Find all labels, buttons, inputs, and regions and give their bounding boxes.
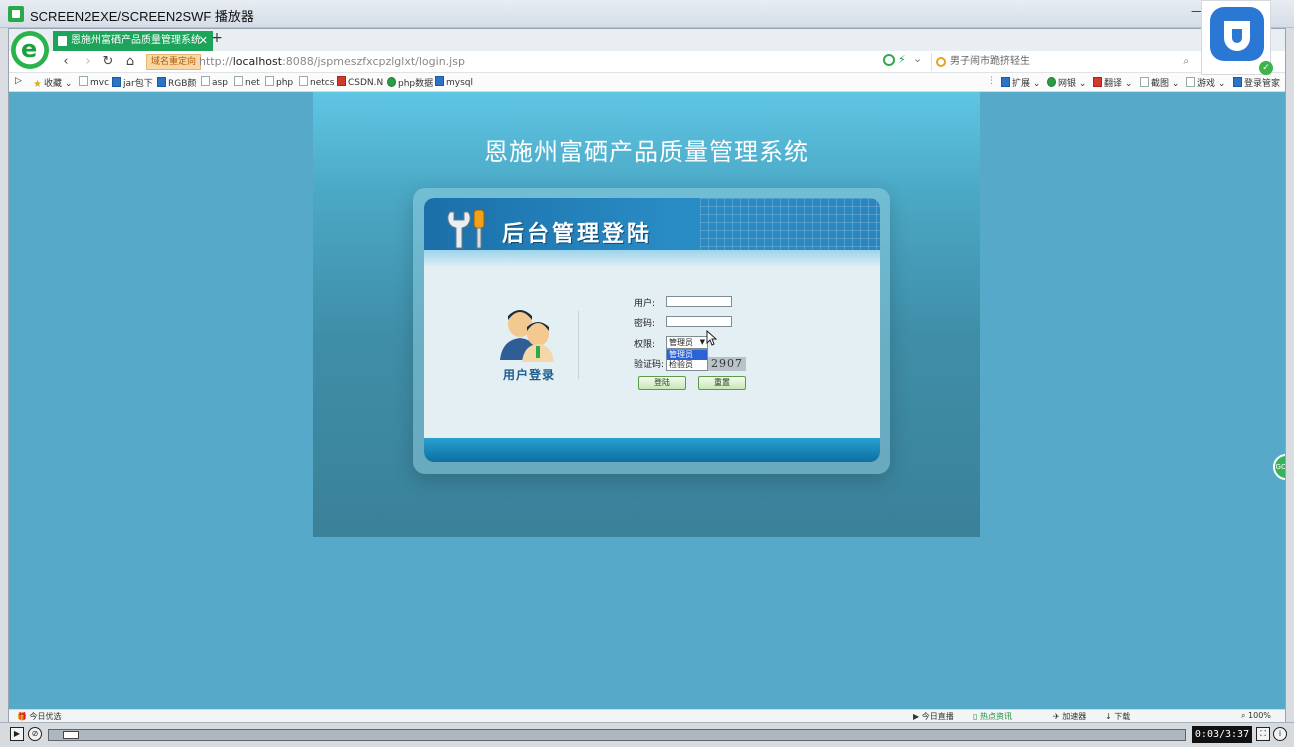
divider: [578, 311, 579, 379]
search-engine-icon: [936, 57, 946, 67]
login-button[interactable]: 登陆: [638, 376, 686, 390]
captcha-label: 验证码:: [634, 360, 665, 370]
window-titlebar: SCREEN2EXE/SCREEN2SWF 播放器 —: [0, 0, 1294, 28]
username-label: 用户:: [634, 299, 656, 309]
reset-button[interactable]: 重置: [698, 376, 746, 390]
playback-time: 0:03/3:37: [1192, 726, 1252, 743]
login-body: 用户登录 用户: 密码: 权限: 管理员 ▼ 管理员 检验员 验证码: 2907…: [424, 266, 880, 438]
chevron-down-icon[interactable]: ⌄: [913, 52, 922, 65]
login-page: 恩施州富硒产品质量管理系统 后台管理登陆 用户登录 用户: 密码: 权限: 管理…: [313, 92, 980, 537]
bookmark-item[interactable]: jar包下: [112, 76, 153, 89]
tab-active[interactable]: 恩施州富硒产品质量管理系统 ✕: [53, 31, 213, 51]
mouse-cursor-icon: [706, 330, 718, 346]
login-header: 后台管理登陆: [424, 198, 880, 266]
bookmark-item[interactable]: CSDN.N: [337, 76, 383, 88]
toolbar-extensions[interactable]: 扩展 ⌄: [1001, 76, 1040, 89]
security-icon[interactable]: [883, 54, 895, 66]
browser-logo-icon[interactable]: e: [11, 31, 49, 69]
window-title: SCREEN2EXE/SCREEN2SWF 播放器: [30, 9, 254, 24]
toolbar-screenshot[interactable]: 截图 ⌄: [1140, 76, 1179, 89]
back-icon[interactable]: ‹: [57, 53, 75, 71]
role-option[interactable]: 检验员: [667, 360, 707, 370]
sidebar-toggle-icon[interactable]: ▷: [15, 76, 22, 86]
app-icon: [8, 6, 24, 22]
browser-statusbar: 🎁 今日优选 ▶ 今日直播 ▯ 热点资讯 ✈ 加速器 ↓ 下载 ⌕ 100%: [9, 709, 1285, 723]
fullscreen-icon[interactable]: ⛶: [1256, 727, 1270, 741]
toolbar-ebank[interactable]: 网银 ⌄: [1047, 76, 1086, 89]
more-icon[interactable]: ⋮: [987, 76, 996, 86]
status-news[interactable]: ▯ 热点资讯: [973, 711, 1012, 722]
home-icon[interactable]: ⌂: [121, 53, 139, 71]
bookmark-item[interactable]: asp: [201, 76, 228, 88]
search-icon[interactable]: ⌕: [1183, 53, 1189, 71]
seek-thumb[interactable]: [63, 731, 79, 739]
status-accelerator[interactable]: ✈ 加速器: [1053, 711, 1086, 722]
role-label: 权限:: [634, 340, 656, 350]
login-footer: [424, 438, 880, 462]
side-float-button[interactable]: GO: [1273, 454, 1285, 480]
toolbar-translate[interactable]: 翻译 ⌄: [1093, 76, 1132, 89]
login-frame: 后台管理登陆 用户登录 用户: 密码: 权限: 管理员 ▼ 管理员 检验员 验证…: [413, 188, 890, 474]
username-input[interactable]: [666, 296, 732, 307]
bookmark-item[interactable]: php: [265, 76, 293, 88]
login-header-title: 后台管理登陆: [502, 222, 653, 247]
status-download[interactable]: ↓ 下载: [1105, 711, 1130, 722]
lightning-icon[interactable]: ⚡: [898, 53, 906, 66]
bookmark-favorites[interactable]: ★ 收藏 ⌄: [33, 76, 72, 90]
bookmark-item[interactable]: mysql: [435, 76, 473, 88]
info-icon[interactable]: i: [1273, 727, 1287, 741]
bookmark-item[interactable]: mvc: [79, 76, 109, 88]
floating-app-badge[interactable]: ✓: [1201, 0, 1273, 75]
bookmark-item[interactable]: RGB颜: [157, 76, 196, 89]
zoom-level[interactable]: ⌕ 100%: [1241, 711, 1271, 721]
status-live[interactable]: ▶ 今日直播: [913, 711, 954, 722]
system-title: 恩施州富硒产品质量管理系统: [484, 138, 809, 166]
wrench-screwdriver-icon: [447, 209, 485, 249]
play-icon[interactable]: ▶: [10, 727, 24, 741]
bookmarks-bar: ▷ ★ 收藏 ⌄ mvc jar包下 RGB颜 asp net php netcs…: [9, 73, 1285, 92]
address-bar[interactable]: http://localhost:8088/jspmeszfxcpzlglxt/…: [199, 55, 465, 68]
check-icon: ✓: [1259, 61, 1273, 75]
close-icon[interactable]: ✕: [199, 31, 208, 51]
password-input[interactable]: [666, 316, 732, 327]
new-tab-button[interactable]: +: [209, 30, 225, 46]
user-login-label: 用户登录: [502, 368, 555, 382]
chevron-down-icon: ▼: [699, 338, 705, 346]
bookmark-item[interactable]: net: [234, 76, 260, 88]
captcha-image[interactable]: 2907: [708, 357, 746, 371]
tab-title: 恩施州富硒产品质量管理系统: [71, 35, 201, 46]
toolbar-login-manager[interactable]: 登录管家: [1233, 76, 1280, 89]
search-input[interactable]: 男子闹市跪挤轻生 ⌕: [931, 53, 1195, 71]
password-label: 密码:: [634, 319, 656, 329]
page-icon: [58, 36, 67, 46]
role-option[interactable]: 管理员: [667, 350, 707, 360]
navigation-bar: ‹ › ↻ ⌂ 域名重定向 http://localhost:8088/jspm…: [9, 51, 1285, 73]
seek-slider[interactable]: [48, 729, 1186, 741]
page-viewport: 恩施州富硒产品质量管理系统 后台管理登陆 用户登录 用户: 密码: 权限: 管理…: [9, 92, 1285, 709]
cow-logo-icon: [1210, 7, 1264, 61]
player-bar: ▶ ⊘ 0:03/3:37 ⛶ i: [0, 722, 1294, 747]
status-today-picks[interactable]: 🎁 今日优选: [17, 711, 62, 722]
role-dropdown-list: 管理员 检验员: [666, 349, 708, 371]
login-panel: 后台管理登陆 用户登录 用户: 密码: 权限: 管理员 ▼ 管理员 检验员 验证…: [424, 198, 880, 462]
stop-icon[interactable]: ⊘: [28, 727, 42, 741]
role-select[interactable]: 管理员 ▼: [666, 336, 708, 349]
forward-icon[interactable]: ›: [79, 53, 97, 71]
users-icon: [500, 310, 554, 362]
redirect-badge[interactable]: 域名重定向: [146, 54, 202, 70]
tab-strip: 恩施州富硒产品质量管理系统 ✕ +: [9, 29, 1285, 51]
browser-window: 恩施州富硒产品质量管理系统 ✕ + e ‹ › ↻ ⌂ 域名重定向 http:/…: [8, 28, 1286, 723]
bookmark-item[interactable]: netcs: [299, 76, 334, 88]
bookmark-item[interactable]: php数据: [387, 76, 433, 89]
refresh-icon[interactable]: ↻: [99, 53, 117, 71]
star-icon: ★: [33, 79, 42, 90]
toolbar-games[interactable]: 游戏 ⌄: [1186, 76, 1225, 89]
